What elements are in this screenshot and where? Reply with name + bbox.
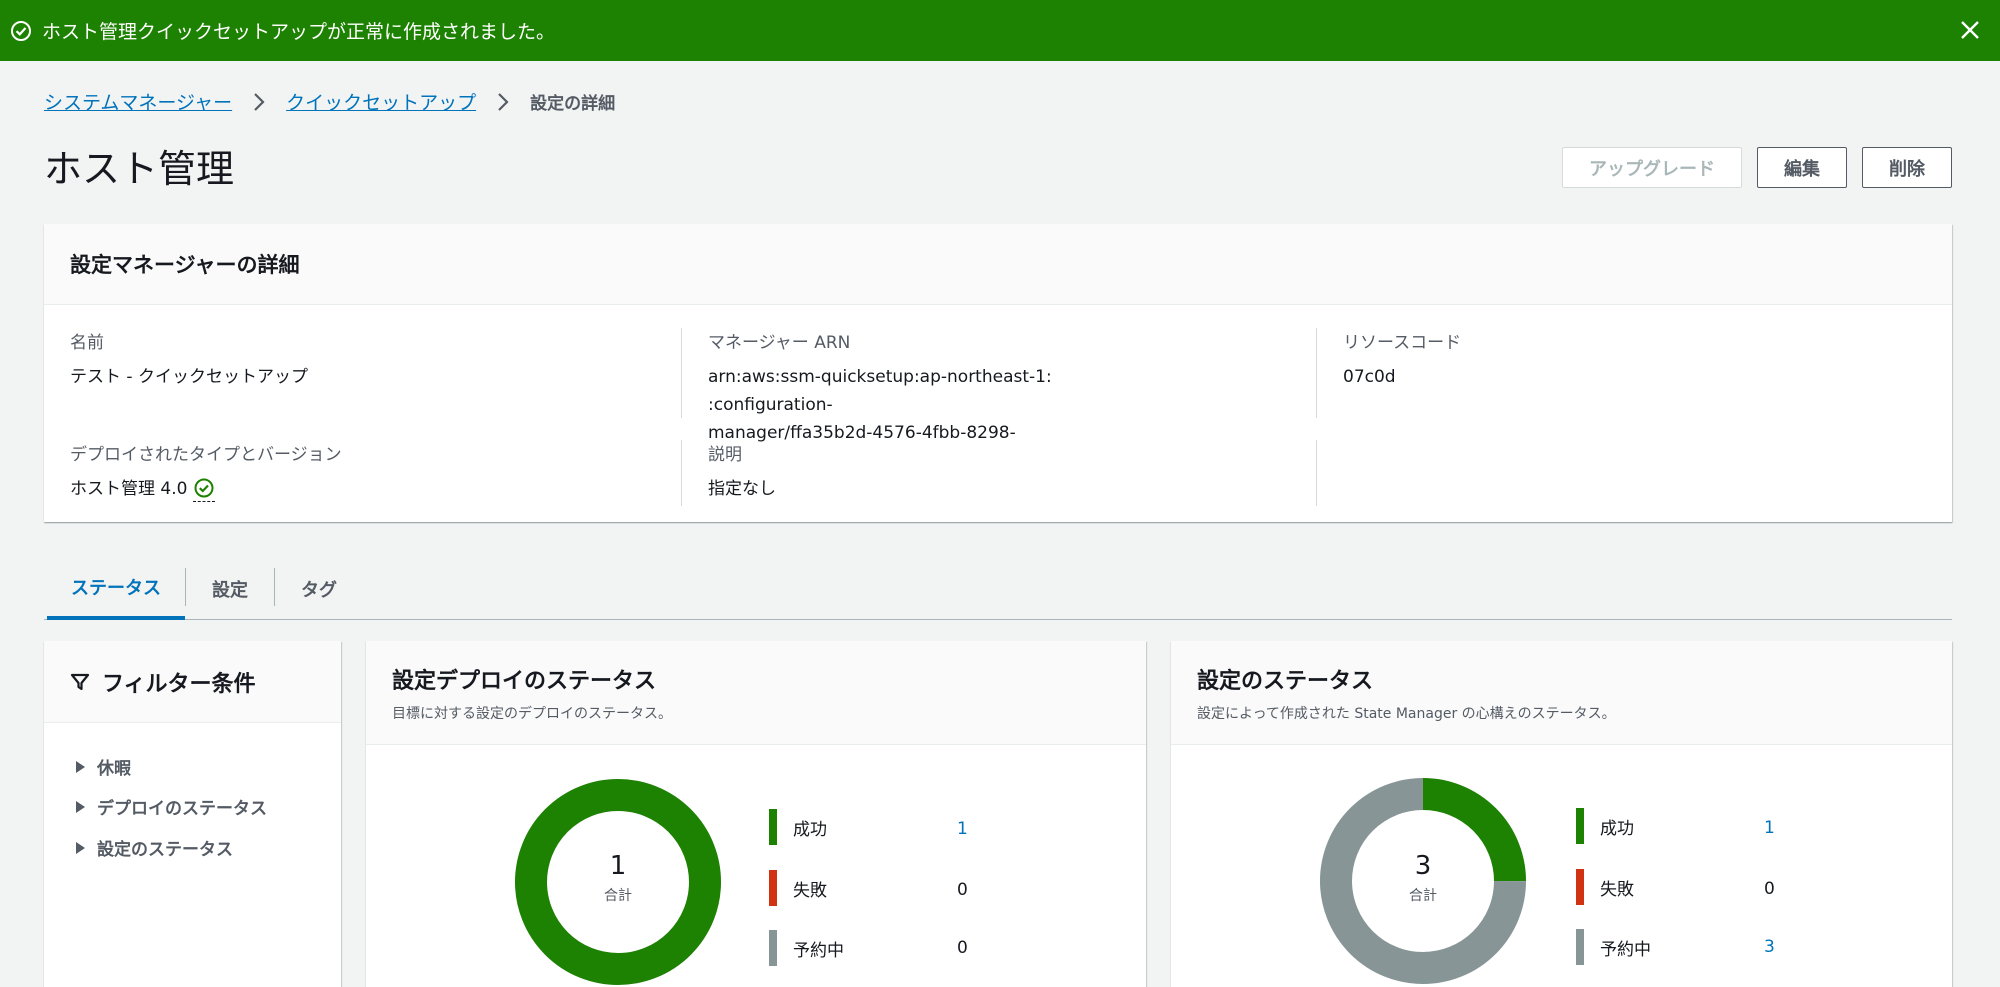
legend-label: 予約中	[1600, 939, 1651, 960]
deployed-type-text: ホスト管理 4.0	[70, 479, 188, 499]
config-status-subtitle: 設定によって作成された State Manager の心構えのステータス。	[1197, 706, 1616, 722]
arn-value-part2: :configuration-	[708, 395, 833, 415]
success-flash-banner: ホスト管理クイックセットアップが正常に作成されました。	[0, 0, 2000, 61]
tab-status[interactable]: ステータス	[47, 558, 185, 620]
filter-icon	[70, 672, 90, 692]
filter-item-label: デプロイのステータス	[97, 799, 267, 819]
config-status-donut	[1320, 778, 1526, 984]
config-total-number: 3	[1414, 851, 1432, 881]
name-value: テスト - クイックセットアップ	[70, 367, 308, 387]
caret-right-icon	[76, 841, 85, 854]
legend-pending-value: 0	[957, 938, 968, 958]
resource-code-label: リソースコード	[1343, 333, 1462, 353]
legend-label: 失敗	[1600, 879, 1634, 900]
page-title: ホスト管理	[44, 147, 235, 191]
legend-pending: 予約中	[769, 930, 844, 966]
legend-failed-value: 0	[957, 880, 968, 900]
deploy-status-header: 設定デプロイのステータス 目標に対する設定のデプロイのステータス。	[366, 641, 1146, 745]
delete-button[interactable]: 削除	[1862, 147, 1952, 188]
upgrade-button[interactable]: アップグレード	[1562, 147, 1742, 188]
name-label: 名前	[70, 333, 104, 353]
legend-success-swatch	[1576, 808, 1584, 844]
description-value: 指定なし	[708, 479, 776, 499]
description-label: 説明	[708, 445, 742, 465]
deploy-donut-segments	[515, 779, 721, 985]
config-status-panel: 設定のステータス 設定によって作成された State Manager の心構えの…	[1171, 641, 1952, 987]
arn-field: マネージャー ARN arn:aws:ssm-quicksetup:ap-nor…	[681, 328, 1281, 443]
breadcrumb-quick-setup[interactable]: クイックセットアップ	[286, 88, 476, 115]
deploy-total-number: 1	[609, 851, 627, 881]
legend-pending-value[interactable]: 3	[1764, 937, 1775, 957]
legend-label: 成功	[1600, 818, 1634, 839]
filter-item-config-status[interactable]: 設定のステータス	[76, 835, 233, 860]
filter-item-label: 休暇	[97, 759, 131, 779]
name-field: 名前 テスト - クイックセットアップ	[70, 328, 308, 391]
resource-code-field: リソースコード 07c0d	[1316, 328, 1916, 418]
config-status-title: 設定のステータス	[1197, 669, 1374, 694]
caret-right-icon	[76, 760, 85, 773]
legend-label: 成功	[793, 819, 827, 840]
caret-right-icon	[76, 800, 85, 813]
deployed-type-label: デプロイされたタイプとバージョン	[70, 445, 342, 465]
filter-item-vacation[interactable]: 休暇	[76, 754, 131, 779]
legend-failed: 失敗	[769, 870, 827, 906]
filter-item-label: 設定のステータス	[97, 840, 233, 860]
filter-panel: フィルター条件 休暇 デプロイのステータス 設定のステータス	[44, 641, 341, 987]
edit-button[interactable]: 編集	[1757, 147, 1847, 188]
tab-tags[interactable]: タグ	[275, 558, 363, 620]
filter-item-deploy-status[interactable]: デプロイのステータス	[76, 794, 267, 819]
legend-failed: 失敗	[1576, 869, 1634, 905]
close-icon[interactable]	[1958, 18, 1982, 42]
deployed-type-value: ホスト管理 4.0	[70, 475, 342, 503]
breadcrumb-current: 設定の詳細	[530, 94, 616, 114]
tab-bar: ステータス 設定 タグ	[44, 558, 1952, 620]
legend-success-value[interactable]: 1	[1764, 818, 1775, 838]
deploy-status-subtitle: 目標に対する設定のデプロイのステータス。	[392, 706, 672, 722]
donut-segment-0	[515, 779, 721, 985]
chevron-right-icon	[252, 91, 266, 113]
deploy-total-label: 合計	[604, 888, 632, 904]
legend-success-value[interactable]: 1	[957, 819, 968, 839]
legend-pending: 予約中	[1576, 929, 1651, 965]
legend-pending-swatch	[769, 930, 777, 966]
arn-value: arn:aws:ssm-quicksetup:ap-northeast-1::c…	[708, 363, 1281, 447]
flash-message: ホスト管理クイックセットアップが正常に作成されました。	[42, 21, 556, 43]
status-ok-icon[interactable]	[193, 477, 216, 502]
arn-label: マネージャー ARN	[708, 333, 851, 353]
resource-code-value: 07c0d	[1343, 367, 1396, 387]
check-circle-icon	[10, 20, 32, 42]
filter-title: フィルター条件	[102, 671, 256, 697]
details-header: 設定マネージャーの詳細	[44, 224, 1952, 305]
description-field: 説明 指定なし	[681, 440, 1281, 506]
deployed-type-field: デプロイされたタイプとバージョン ホスト管理 4.0	[70, 440, 342, 503]
legend-failed-swatch	[769, 870, 777, 906]
legend-success: 成功	[1576, 808, 1634, 844]
config-donut-segments	[1320, 778, 1526, 984]
config-manager-details-panel: 設定マネージャーの詳細 名前 テスト - クイックセットアップ マネージャー A…	[44, 224, 1952, 522]
legend-success: 成功	[769, 809, 827, 845]
config-status-header: 設定のステータス 設定によって作成された State Manager の心構えの…	[1171, 641, 1952, 745]
config-total-label: 合計	[1409, 888, 1437, 904]
empty-column-divider	[1316, 440, 1317, 506]
tab-settings[interactable]: 設定	[186, 558, 274, 620]
breadcrumb: システムマネージャー クイックセットアップ 設定の詳細	[44, 88, 615, 115]
legend-failed-swatch	[1576, 869, 1584, 905]
arn-value-part1: arn:aws:ssm-quicksetup:ap-northeast-1:	[708, 367, 1052, 387]
legend-success-swatch	[769, 809, 777, 845]
legend-failed-value: 0	[1764, 879, 1775, 899]
legend-label: 予約中	[793, 940, 844, 961]
filter-header: フィルター条件	[44, 641, 341, 723]
chevron-right-icon	[496, 91, 510, 113]
deploy-status-title: 設定デプロイのステータス	[392, 669, 657, 694]
legend-pending-swatch	[1576, 929, 1584, 965]
legend-label: 失敗	[793, 880, 827, 901]
deploy-status-panel: 設定デプロイのステータス 目標に対する設定のデプロイのステータス。 1 合計 成…	[366, 641, 1146, 987]
deploy-status-donut	[515, 779, 721, 985]
breadcrumb-systems-manager[interactable]: システムマネージャー	[44, 88, 232, 115]
